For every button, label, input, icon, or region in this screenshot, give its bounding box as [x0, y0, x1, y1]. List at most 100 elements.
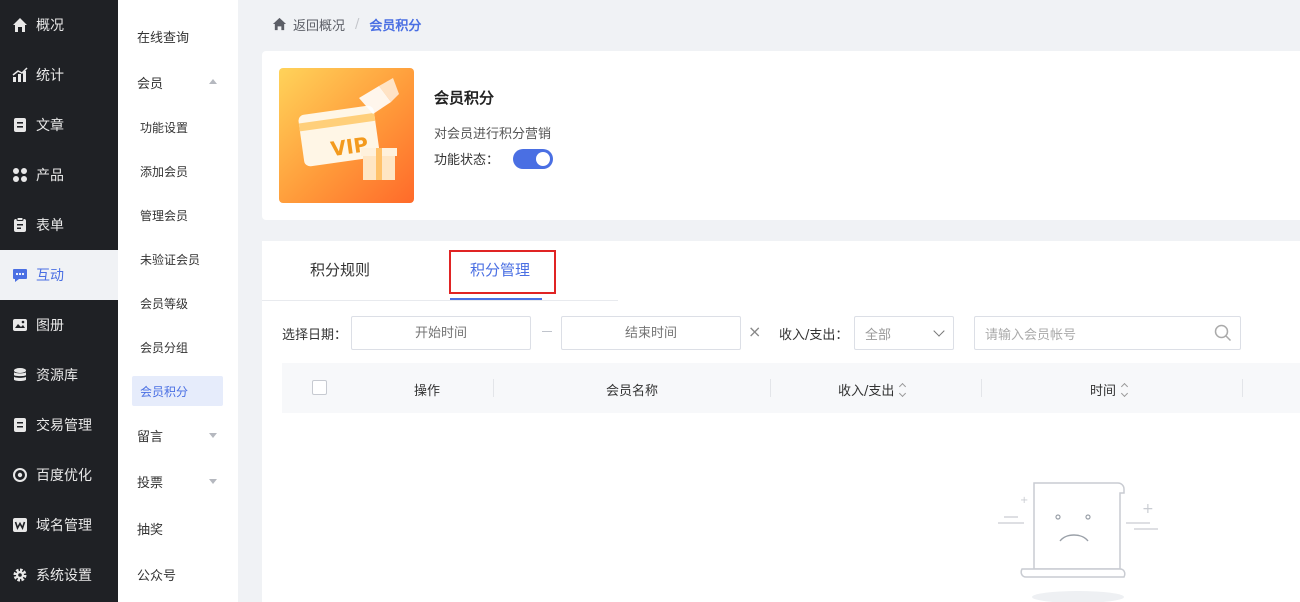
subnav-online-query[interactable]: 在线查询 — [118, 21, 238, 51]
feature-card: VIP 会员积分 对会员进行积分营销 功能状态： — [262, 51, 1300, 220]
w-icon — [12, 517, 28, 533]
breadcrumb-back-link[interactable]: 返回概况 — [272, 15, 345, 34]
nav-item-transactions[interactable]: 交易管理 — [0, 400, 118, 450]
subnav-add-member[interactable]: 添加会员 — [118, 156, 238, 186]
column-header-type[interactable]: 收入/支出 — [838, 380, 907, 399]
select-all-checkbox[interactable] — [312, 380, 327, 395]
caret-down-icon — [209, 433, 217, 438]
nav-item-forms[interactable]: 表单 — [0, 200, 118, 250]
feature-title: 会员积分 — [434, 89, 495, 107]
breadcrumb: 返回概况 / 会员积分 — [238, 0, 1300, 48]
nav-label: 域名管理 — [36, 518, 92, 534]
nav-item-overview[interactable]: 概况 — [0, 0, 118, 50]
image-icon — [12, 317, 28, 333]
nav-label: 产品 — [36, 168, 64, 184]
column-header-time[interactable]: 时间 — [1090, 380, 1129, 399]
nav-label: 资源库 — [36, 368, 78, 384]
subnav-member-levels[interactable]: 会员等级 — [118, 288, 238, 318]
subnav-official-account[interactable]: 公众号 — [118, 559, 238, 589]
subnav-vote[interactable]: 投票 — [118, 466, 238, 496]
sort-icon[interactable] — [1120, 382, 1129, 397]
search-placeholder: 请输入会员帐号 — [985, 327, 1077, 343]
subnav-member-groups[interactable]: 会员分组 — [118, 332, 238, 362]
column-header-member-name: 会员名称 — [606, 384, 659, 399]
caret-down-icon — [209, 479, 217, 484]
chart-icon — [12, 67, 28, 83]
home-icon — [12, 17, 28, 33]
feature-description: 对会员进行积分营销 — [434, 127, 552, 142]
subnav-label: 在线查询 — [137, 30, 190, 46]
subnav-label: 抽奖 — [137, 522, 164, 538]
nav-label: 系统设置 — [36, 568, 92, 584]
nav-item-articles[interactable]: 文章 — [0, 100, 118, 150]
subnav-manage-members[interactable]: 管理会员 — [118, 200, 238, 230]
column-header-time-label: 时间 — [1090, 384, 1117, 399]
toggle-knob — [536, 152, 550, 166]
column-divider — [981, 379, 982, 397]
clipboard-icon — [12, 217, 28, 233]
nav-item-seo[interactable]: 百度优化 — [0, 450, 118, 500]
feature-status-label: 功能状态： — [434, 153, 500, 168]
document-icon — [12, 117, 28, 133]
nav-item-stats[interactable]: 统计 — [0, 50, 118, 100]
tab-bar: 积分规则 积分管理 — [262, 241, 618, 301]
target-icon — [12, 467, 28, 483]
subnav-label: 功能设置 — [140, 120, 189, 135]
subnav-label: 未验证会员 — [140, 252, 201, 267]
nav-label: 概况 — [36, 18, 64, 34]
nav-item-domains[interactable]: 域名管理 — [0, 500, 118, 550]
svg-text:+: + — [1020, 495, 1028, 506]
nav-label: 百度优化 — [36, 468, 92, 484]
subnav-label: 留言 — [137, 429, 164, 445]
start-date-input[interactable] — [351, 316, 531, 350]
main-panel: 积分规则 积分管理 选择日期： × 收入/支出： 全部 请输入会员帐号 操作 会… — [262, 241, 1300, 602]
feature-status-toggle[interactable] — [513, 149, 553, 169]
subnav-label: 会员 — [137, 76, 164, 92]
home-icon — [272, 17, 287, 31]
nav-item-resources[interactable]: 资源库 — [0, 350, 118, 400]
tab-points-rules[interactable]: 积分规则 — [310, 259, 370, 280]
gear-icon — [12, 567, 28, 583]
column-divider — [1242, 379, 1243, 397]
active-tab-indicator — [450, 298, 542, 300]
nav-item-products[interactable]: 产品 — [0, 150, 118, 200]
nav-item-settings[interactable]: 系统设置 — [0, 550, 118, 600]
nav-item-interaction[interactable]: 互动 — [0, 250, 118, 300]
subnav-lottery[interactable]: 抽奖 — [118, 513, 238, 543]
column-divider — [493, 379, 494, 397]
breadcrumb-separator: / — [355, 16, 360, 32]
subnav-message[interactable]: 留言 — [118, 420, 238, 450]
empty-state-illustration: + + — [998, 482, 1158, 602]
column-header-type-label: 收入/支出 — [838, 384, 895, 399]
wallet-icon — [12, 417, 28, 433]
highlight-box — [449, 250, 556, 294]
nav-label: 交易管理 — [36, 418, 92, 434]
type-filter-label: 收入/支出： — [779, 328, 849, 343]
member-search-input[interactable]: 请输入会员帐号 — [974, 316, 1241, 350]
database-icon — [12, 367, 28, 383]
breadcrumb-current: 会员积分 — [369, 18, 422, 34]
type-select[interactable]: 全部 — [854, 316, 954, 350]
chat-icon — [12, 267, 28, 283]
subnav-member-settings[interactable]: 功能设置 — [118, 112, 238, 142]
search-icon[interactable] — [1214, 324, 1232, 342]
main-sidebar: 概况 统计 文章 产品 表单 互动 图册 资源库 交易管理 百度优化 域名管理 … — [0, 0, 118, 602]
nav-label: 统计 — [36, 68, 64, 84]
subnav-label: 管理会员 — [140, 208, 189, 223]
clear-date-icon[interactable]: × — [748, 322, 761, 341]
grid-icon — [12, 167, 28, 183]
nav-label: 互动 — [36, 268, 64, 284]
column-header-action: 操作 — [414, 384, 441, 399]
subnav-member[interactable]: 会员 — [118, 67, 238, 97]
chevron-down-icon — [933, 325, 945, 337]
subnav-member-points[interactable]: 会员积分 — [118, 376, 238, 406]
column-divider — [770, 379, 771, 397]
type-select-value: 全部 — [865, 327, 892, 343]
breadcrumb-back-label: 返回概况 — [293, 18, 346, 34]
subnav-unverified-members[interactable]: 未验证会员 — [118, 244, 238, 274]
end-date-input[interactable] — [561, 316, 741, 350]
nav-label: 图册 — [36, 318, 64, 334]
sort-icon[interactable] — [899, 382, 907, 397]
nav-item-gallery[interactable]: 图册 — [0, 300, 118, 350]
subnav-label: 公众号 — [137, 568, 177, 584]
